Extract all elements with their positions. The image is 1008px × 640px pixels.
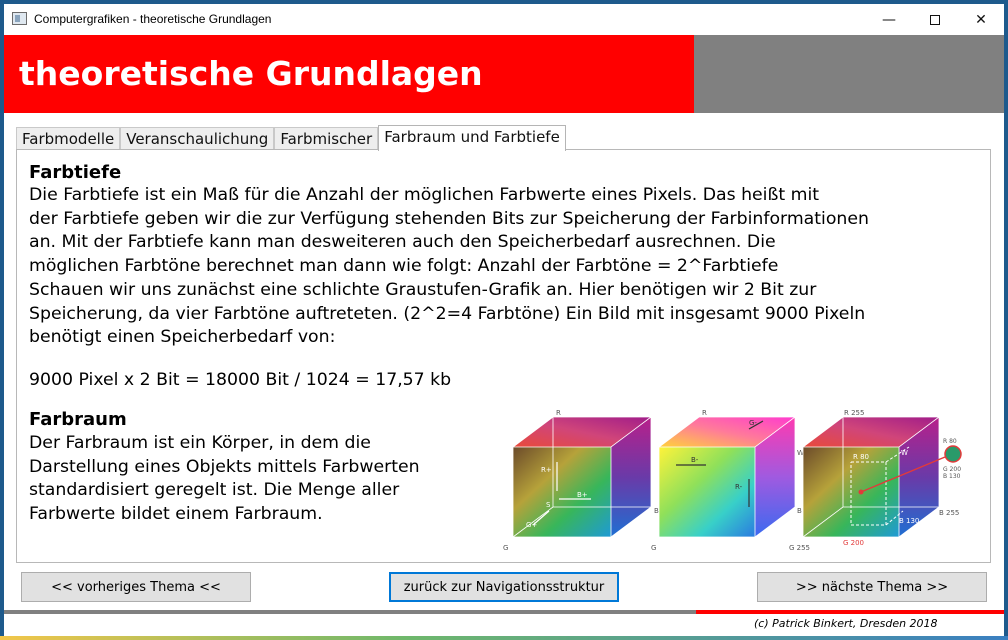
cube-3-label-r80: R 80 — [853, 453, 869, 461]
cube-1: R W S B G B+ R+ G+ — [503, 409, 662, 552]
cube-1-arrow-b-label: B+ — [577, 491, 588, 499]
title-bar: Computergrafiken - theoretische Grundlag… — [4, 4, 1004, 35]
desktop-edge — [0, 636, 1008, 640]
farbraum-text: Der Farbraum ist ein Körper, in dem die … — [29, 433, 420, 525]
cube-3-label-w: W — [901, 449, 908, 457]
page-title: theoretische Grundlagen — [19, 54, 483, 93]
tab-farbmodelle[interactable]: Farbmodelle — [16, 127, 121, 151]
maximize-icon — [930, 14, 940, 25]
tab-veranschaulichung[interactable]: Veranschaulichung — [120, 127, 275, 151]
formula-text: 9000 Pixel x 2 Bit = 18000 Bit / 1024 = … — [29, 370, 452, 390]
tab-farbmischer[interactable]: Farbmischer — [274, 127, 379, 151]
cube-2-label-r: R — [702, 409, 707, 417]
app-icon — [12, 12, 27, 25]
cube-1-label-b: B — [654, 507, 659, 515]
cube-1-arrow-g-label: G+ — [526, 521, 537, 529]
cube-2-arrow-g-label: G- — [749, 419, 757, 427]
cube-3-label-g200: G 200 — [843, 539, 864, 547]
header-gray-block — [694, 35, 1004, 113]
cube-2-arrow-r-label: R- — [735, 483, 743, 491]
cube-3-point-g: G 200 — [943, 466, 961, 473]
cube-2-label-g: G — [651, 544, 656, 552]
tab-content-panel: Farbtiefe Die Farbtiefe ist ein Maß für … — [16, 149, 991, 563]
tab-farbraum-und-farbtiefe[interactable]: Farbraum und Farbtiefe — [378, 125, 566, 151]
footer-divider-gray — [4, 610, 696, 614]
footer-divider-red — [696, 610, 1004, 614]
copyright-text: (c) Patrick Binkert, Dresden 2018 — [754, 617, 938, 630]
cube-3-label-b255: B 255 — [939, 509, 959, 517]
maximize-button[interactable] — [912, 4, 958, 35]
cube-2: R W B G B- R- G- — [651, 409, 804, 552]
tab-bar: Farbmodelle Veranschaulichung Farbmische… — [16, 125, 566, 151]
next-topic-button[interactable]: >> nächste Thema >> — [757, 572, 987, 602]
cube-1-label-r: R — [556, 409, 561, 417]
cube-3: R 255 R 80 W B 255 B 130 G 255 G 200 R 8… — [789, 409, 962, 552]
app-window: Computergrafiken - theoretische Grundlag… — [4, 4, 1004, 636]
cube-3-label-g255: G 255 — [789, 544, 810, 552]
cube-1-arrow-r-label: R+ — [541, 466, 552, 474]
farbtiefe-text: Die Farbtiefe ist ein Maß für die Anzahl… — [29, 185, 869, 348]
cube-3-label-b130: B 130 — [899, 517, 919, 525]
farbtiefe-heading: Farbtiefe — [29, 162, 122, 183]
cube-1-label-g: G — [503, 544, 508, 552]
rgb-cube-illustration: R W S B G B+ R+ G+ R W B G B- R- G- R 25… — [503, 409, 962, 552]
cube-2-arrow-b-label: B- — [691, 456, 699, 464]
minimize-button[interactable]: — — [866, 4, 912, 35]
header-banner: theoretische Grundlagen — [4, 35, 694, 113]
cube-3-point-b: B 130 — [943, 473, 961, 480]
previous-topic-button[interactable]: << vorheriges Thema << — [21, 572, 251, 602]
cube-1-label-s: S — [546, 501, 551, 509]
cube-3-label-r255: R 255 — [844, 409, 864, 417]
window-title: Computergrafiken - theoretische Grundlag… — [34, 12, 272, 26]
cube-3-point-r: R 80 — [943, 438, 957, 445]
cube-2-label-b: B — [797, 507, 802, 515]
farbraum-heading: Farbraum — [29, 409, 127, 430]
back-to-navigation-button[interactable]: zurück zur Navigationsstruktur — [389, 572, 619, 602]
close-button[interactable]: ✕ — [958, 4, 1004, 35]
